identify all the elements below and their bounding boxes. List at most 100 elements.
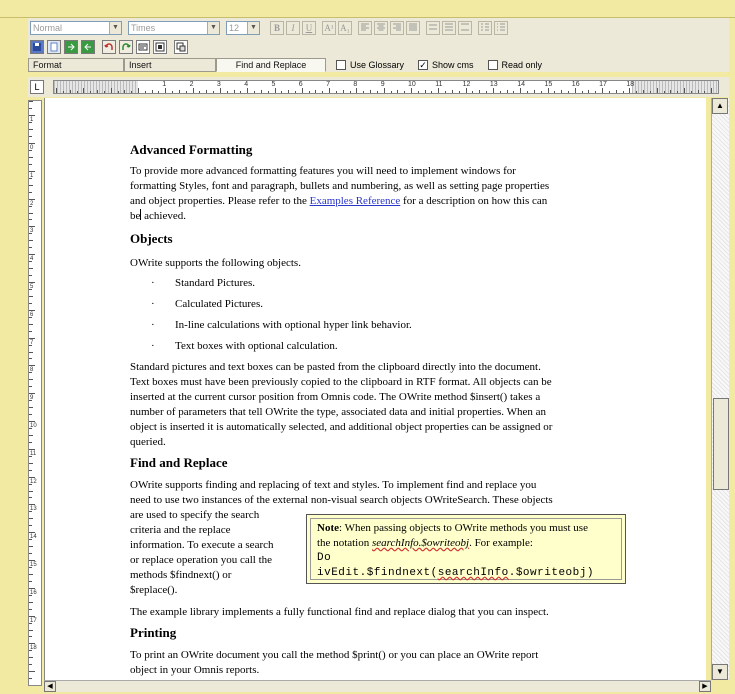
check-icon[interactable]: ✓ (418, 59, 429, 70)
scroll-right-button[interactable]: ▶ (699, 681, 711, 692)
ruler-number: 5 (271, 81, 276, 88)
style-combo[interactable]: Normal ▼ (30, 21, 122, 35)
ruler-tick (29, 629, 33, 631)
scroll-up-button[interactable]: ▲ (712, 98, 728, 114)
read-only-label: Read only (501, 59, 543, 70)
show-cms-checkbox[interactable]: ✓ Show cms (418, 59, 474, 70)
superscript-button[interactable]: A¹ (322, 21, 336, 35)
size-combo[interactable]: 12 ▼ (226, 21, 260, 35)
italic-button[interactable]: I (286, 21, 300, 35)
tab-find-and-replace[interactable]: Find and Replace (216, 57, 326, 72)
ruler-tick (670, 90, 672, 93)
ruler-tick (267, 91, 269, 93)
vertical-scroll-thumb[interactable] (713, 398, 729, 490)
insert-textbox-button[interactable] (153, 40, 167, 54)
ruler-tick (294, 91, 296, 93)
font-combo[interactable]: Times ▼ (128, 21, 220, 35)
underline-button[interactable]: U (302, 21, 316, 35)
left-margin-area (54, 81, 138, 93)
subscript-button[interactable]: A₁ (338, 21, 352, 35)
ruler-tick (56, 88, 58, 93)
horizontal-ruler[interactable]: 1 2 3 4 5 6 7 8 9 10 11 12 13 14 15 16 17 18 (53, 80, 719, 94)
save-button[interactable] (30, 40, 44, 54)
ruler-tick (301, 88, 303, 93)
line-spacing-1-button[interactable] (426, 21, 440, 35)
tab-stop-selector[interactable]: L (30, 80, 44, 94)
document-area[interactable]: Advanced Formatting To provide more adva… (44, 98, 706, 680)
text-run: the notation (317, 537, 372, 549)
properties-button[interactable] (174, 40, 188, 54)
align-right-icon (393, 23, 401, 31)
align-center-button[interactable] (374, 21, 388, 35)
formatting-toolbar: Normal ▼ Times ▼ 12 ▼ B I U A¹ A₁ (30, 21, 510, 35)
ruler-tick (206, 90, 208, 93)
ruler-tick (445, 91, 447, 93)
ruler-tick (29, 421, 35, 422)
ruler-tick (656, 88, 658, 93)
ruler-tick (376, 91, 378, 93)
align-right-button[interactable] (390, 21, 404, 35)
ruler-tick (29, 678, 32, 680)
read-only-box[interactable] (487, 59, 498, 70)
paragraph-line: OWrite supports finding and replacing of… (130, 479, 537, 491)
redo-button[interactable] (119, 40, 133, 54)
bullet-marker: · (151, 319, 155, 331)
tab-format[interactable]: Format (28, 57, 124, 72)
ruler-tick (29, 573, 33, 575)
chevron-down-icon[interactable]: ▼ (247, 22, 259, 34)
arrow-icon (84, 43, 91, 51)
ruler-tick (29, 608, 32, 610)
vertical-ruler[interactable]: 1 0 1 2 3 4 5 6 7 8 9 10 11 12 13 14 15 16 17 18 (28, 100, 42, 686)
ruler-tick (704, 91, 706, 93)
insert-picture-button[interactable] (136, 40, 150, 54)
bullets-button[interactable] (494, 21, 508, 35)
new-button[interactable] (47, 40, 61, 54)
bold-button[interactable]: B (270, 21, 284, 35)
chevron-left-icon: ◀ (47, 683, 53, 690)
scroll-down-button[interactable]: ▼ (712, 664, 728, 680)
use-glossary-box[interactable] (336, 59, 346, 70)
undo-button[interactable] (102, 40, 116, 54)
numbered-list-icon (481, 23, 489, 31)
properties-icon (176, 42, 186, 52)
chevron-down-icon[interactable]: ▼ (207, 22, 219, 34)
paragraph-line: and object properties. Please refer to t… (130, 194, 622, 209)
ruler-tick (465, 88, 467, 93)
export-button[interactable] (81, 40, 95, 54)
bullet-item: In-line calculations with optional hyper… (175, 319, 412, 331)
heading-objects: Objects (130, 231, 173, 246)
align-left-button[interactable] (358, 21, 372, 35)
ruler-tick (29, 351, 33, 353)
note-textbox[interactable]: Note: When passing objects to OWrite met… (306, 514, 626, 584)
ruler-tick (513, 91, 515, 93)
vertical-scrollbar[interactable]: ▲ ▼ (711, 98, 729, 680)
chevron-down-icon[interactable]: ▼ (109, 22, 121, 34)
ruler-tick (29, 365, 35, 367)
read-only-checkbox[interactable]: Read only (487, 59, 543, 70)
bullet-item: Text boxes with optional calculation. (175, 340, 338, 352)
open-button[interactable] (64, 40, 78, 54)
ruler-tick (29, 546, 33, 548)
ruler-number: 10 (30, 423, 37, 429)
ruler-number: 14 (30, 534, 37, 541)
use-glossary-checkbox[interactable]: Use Glossary (336, 59, 404, 70)
ruler-tick (677, 91, 679, 93)
ruler-tick (219, 88, 221, 93)
text-run: Do ivEdit.$findnext( (317, 552, 438, 579)
tab-insert[interactable]: Insert (124, 57, 216, 72)
line-spacing-15-button[interactable] (442, 21, 456, 35)
ruler-tick (615, 90, 617, 93)
justify-button[interactable] (406, 21, 420, 35)
ruler-number: 17 (30, 617, 37, 624)
ruler-number: 15 (544, 81, 553, 88)
numbering-button[interactable] (478, 21, 492, 35)
ruler-tick (527, 91, 529, 93)
ruler-tick (110, 88, 112, 93)
ruler-tick (29, 469, 32, 471)
justify-icon (409, 23, 417, 31)
line-spacing-2-button[interactable] (458, 21, 472, 35)
examples-reference-link[interactable]: Examples Reference (310, 195, 401, 207)
scroll-left-button[interactable]: ◀ (44, 681, 56, 692)
horizontal-scrollbar[interactable]: ◀ ▶ (44, 680, 711, 692)
ruler-tick (431, 91, 433, 93)
